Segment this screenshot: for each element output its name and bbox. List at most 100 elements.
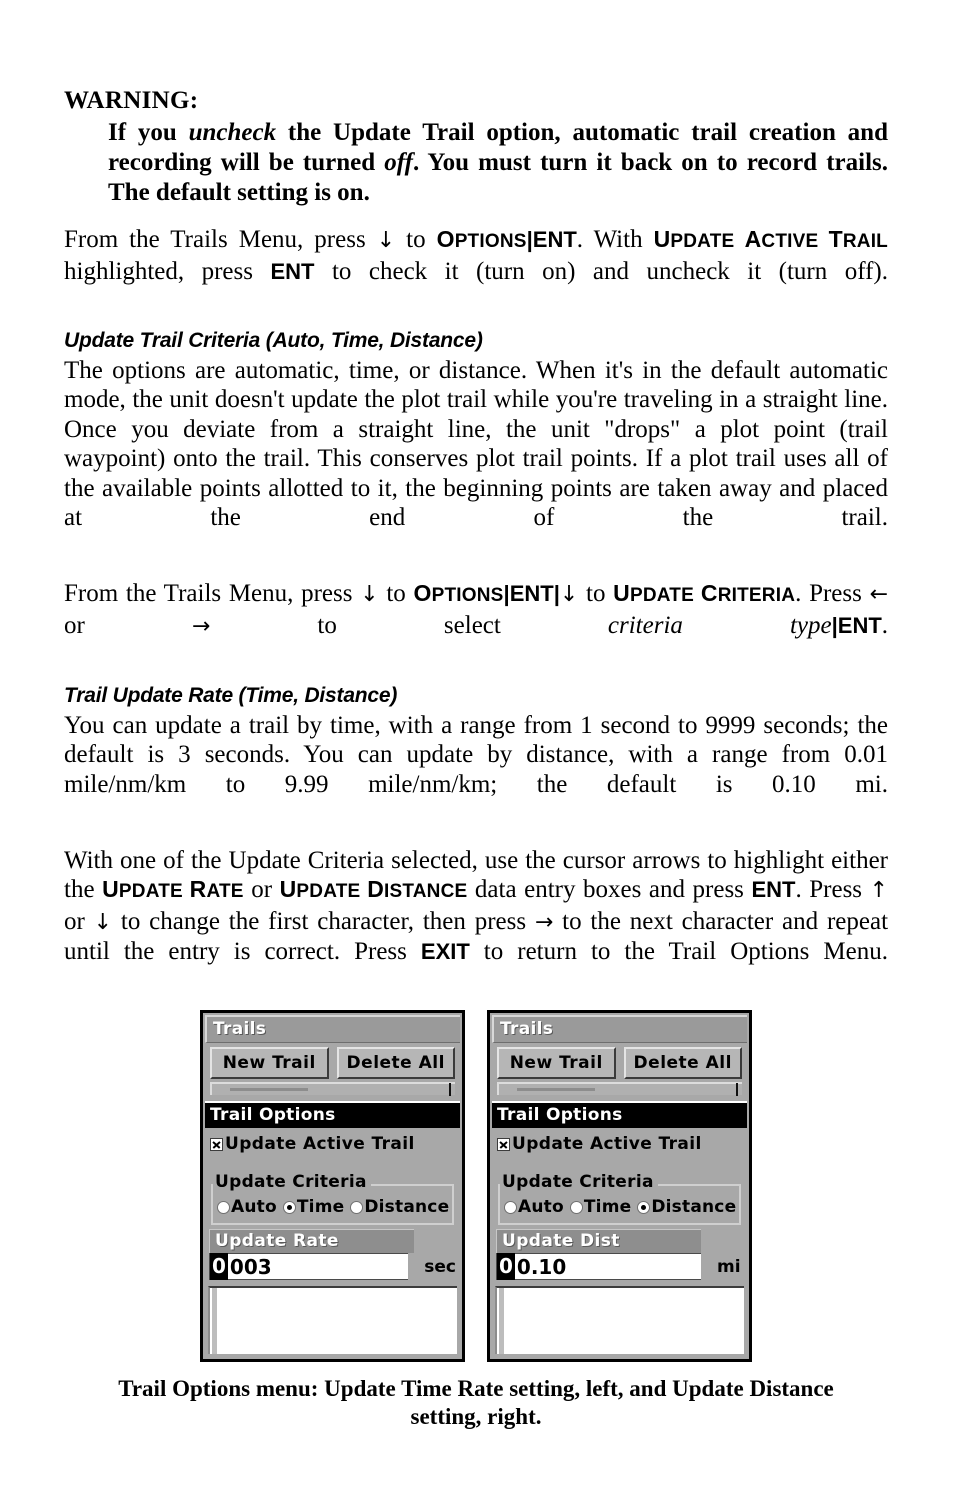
- update-active-trail-checkbox-left[interactable]: [210, 1137, 223, 1151]
- warning-text-uncheck: uncheck: [188, 119, 277, 146]
- para1-t1: From the Trails Menu, press: [64, 226, 377, 253]
- radio-auto-left[interactable]: Auto: [217, 1197, 277, 1217]
- radio-time-icon-left[interactable]: [282, 1200, 296, 1214]
- update-active-trail-row-left[interactable]: Update Active Trail: [205, 1128, 460, 1154]
- key-ent: ENT: [751, 877, 796, 902]
- radio-time-label-right: Time: [583, 1197, 632, 1217]
- key-ent: ENT: [509, 581, 554, 606]
- trail-options-dialog-left: Trail Options Update Active Trail Update…: [205, 1101, 460, 1357]
- update-dist-unit-right: mi: [717, 1256, 741, 1277]
- paragraph-update-ranges: You can update a trail by time, with a r…: [64, 711, 888, 798]
- new-trail-button-right[interactable]: New Trail: [497, 1047, 616, 1079]
- delete-all-button-left[interactable]: Delete All: [336, 1047, 455, 1079]
- radio-time-left[interactable]: Time: [282, 1197, 345, 1217]
- new-trail-button-left[interactable]: New Trail: [210, 1047, 329, 1079]
- para5-t5: or: [64, 907, 94, 935]
- warning-title: WARNING:: [64, 87, 199, 114]
- radio-auto-icon-left[interactable]: [217, 1200, 230, 1214]
- key-ent-2: ENT: [837, 612, 882, 638]
- update-dist-cursor-right: 0: [497, 1253, 515, 1280]
- update-active-trail-row-right[interactable]: Update Active Trail: [492, 1128, 747, 1154]
- paragraph-trails-menu-update-active: From the Trails Menu, press ↓ to OPTIONS…: [64, 225, 888, 316]
- update-rate-input-left[interactable]: 0 003: [209, 1253, 409, 1280]
- radio-distance-icon-right[interactable]: [637, 1200, 651, 1214]
- radio-auto-label-left: Auto: [231, 1197, 277, 1217]
- para1-t4: highlighted, press: [64, 257, 271, 285]
- trail-list-row-left[interactable]: [210, 1082, 455, 1096]
- para5-t3: data entry boxes and press: [467, 876, 752, 903]
- update-rate-header-left: Update Rate: [209, 1229, 414, 1253]
- key-update-active-trail: UPDATE ACTIVE TRAIL: [653, 226, 888, 252]
- update-active-trail-label-left: Update Active Trail: [225, 1134, 415, 1154]
- subheading-update-trail-criteria: Update Trail Criteria (Auto, Time, Dista…: [64, 328, 483, 352]
- para3-t4: . Press: [795, 580, 870, 607]
- trail-list-caret-icon: [736, 1083, 738, 1096]
- radio-distance-label-right: Distance: [651, 1197, 737, 1217]
- radio-auto-icon-right[interactable]: [504, 1200, 517, 1214]
- update-active-trail-label-right: Update Active Trail: [512, 1134, 702, 1154]
- para1-t5: to check it (turn on) and uncheck it (tu…: [314, 257, 888, 285]
- screen-content-left: Trails New Trail Delete All Trail Option…: [205, 1015, 460, 1357]
- update-rate-block-left: Update Rate 0 003 sec: [209, 1229, 456, 1280]
- update-rate-cursor-left: 0: [210, 1253, 228, 1280]
- radio-time-right[interactable]: Time: [569, 1197, 632, 1217]
- trail-options-dialog-right: Trail Options Update Active Trail Update…: [492, 1101, 747, 1357]
- warning-body: If you uncheck the Update Trail option, …: [108, 118, 888, 208]
- update-rate-value-left: 003: [229, 1254, 272, 1279]
- radio-auto-right[interactable]: Auto: [504, 1197, 564, 1217]
- document-page: WARNING: If you uncheck the Update Trail…: [64, 86, 888, 1431]
- trails-window-title-right: Trails: [492, 1015, 747, 1043]
- key-update-criteria: UPDATE CRITERIA: [613, 580, 796, 606]
- update-dist-header-right: Update Dist: [496, 1229, 701, 1253]
- radio-distance-left[interactable]: Distance: [350, 1197, 449, 1217]
- radio-distance-label-left: Distance: [364, 1197, 450, 1217]
- trail-options-title-left: Trail Options: [205, 1103, 460, 1128]
- key-options: OPTIONS: [413, 580, 504, 606]
- para3-t3: to: [578, 580, 614, 607]
- key-ent: ENT: [532, 227, 577, 252]
- trail-list-row-right[interactable]: [497, 1082, 742, 1096]
- radio-distance-icon-left[interactable]: [350, 1200, 364, 1214]
- key-update-distance: UPDATE DISTANCE: [279, 876, 468, 902]
- radio-distance-right[interactable]: Distance: [637, 1197, 736, 1217]
- arrow-down-icon: ↓: [376, 228, 396, 253]
- update-rate-row-left: 0 003 sec: [209, 1253, 456, 1280]
- para3-t6: to select: [210, 611, 608, 639]
- warning-text-off: off: [384, 149, 413, 176]
- key-options: OPTIONS: [436, 226, 527, 252]
- paragraph-data-entry-instructions: With one of the Update Criteria selected…: [64, 846, 888, 997]
- trail-options-title-right: Trail Options: [492, 1103, 747, 1128]
- paragraph-select-criteria: From the Trails Menu, press ↓ to OPTIONS…: [64, 579, 888, 671]
- trails-button-row-left: New Trail Delete All: [205, 1043, 460, 1079]
- para5-t2: or: [243, 876, 280, 903]
- radio-time-icon-right[interactable]: [569, 1200, 583, 1214]
- trail-list-blank-area-right: [495, 1286, 744, 1354]
- figure-caption: Trail Options menu: Update Time Rate set…: [118, 1376, 834, 1429]
- figure-gps-screens: Trails New Trail Delete All Trail Option…: [64, 1010, 888, 1362]
- trails-button-row-right: New Trail Delete All: [492, 1043, 747, 1079]
- update-criteria-group-right: Update Criteria Auto Time Distance: [498, 1172, 741, 1225]
- update-rate-unit-left: sec: [424, 1256, 456, 1277]
- update-dist-row-right: 0 0.10 mi: [496, 1253, 743, 1280]
- italic-criteria-type: criteria type: [607, 611, 832, 639]
- warning-text-a: If you: [108, 119, 189, 146]
- arrow-down-icon: ↓: [360, 582, 379, 607]
- trail-list-blank-area-left: [208, 1286, 457, 1354]
- screen-content-right: Trails New Trail Delete All Trail Option…: [492, 1015, 747, 1357]
- trails-window-title-left: Trails: [205, 1015, 460, 1043]
- update-active-trail-checkbox-right[interactable]: [497, 1137, 510, 1151]
- trail-list-bar-icon: [230, 1088, 308, 1091]
- delete-all-button-right[interactable]: Delete All: [623, 1047, 742, 1079]
- key-exit: EXIT: [420, 939, 470, 964]
- paragraph-criteria-options: The options are automatic, time, or dist…: [64, 356, 888, 532]
- para5-t6: to change the first character, then pres…: [112, 907, 535, 935]
- arrow-right-icon: →: [534, 909, 554, 935]
- arrow-down-icon-2: ↓: [559, 582, 579, 607]
- para3-t7: .: [881, 611, 889, 639]
- update-dist-input-right[interactable]: 0 0.10: [496, 1253, 701, 1280]
- subheading-trail-update-rate: Trail Update Rate (Time, Distance): [64, 683, 398, 707]
- radio-time-label-left: Time: [296, 1197, 345, 1217]
- radio-auto-label-right: Auto: [518, 1197, 564, 1217]
- arrow-left-icon: ←: [869, 582, 889, 607]
- key-update-rate: UPDATE RATE: [102, 876, 244, 902]
